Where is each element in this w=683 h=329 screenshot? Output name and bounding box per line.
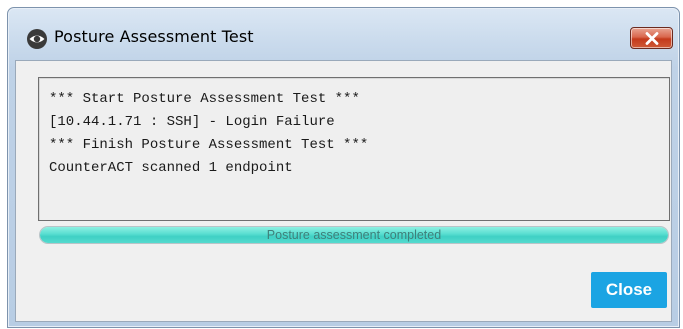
close-x-icon bbox=[645, 32, 659, 45]
eye-icon bbox=[26, 28, 48, 50]
progress-bar: Posture assessment completed bbox=[39, 226, 669, 244]
test-log-output[interactable]: *** Start Posture Assessment Test *** [1… bbox=[38, 77, 670, 221]
title-bar[interactable]: Posture Assessment Test bbox=[8, 8, 679, 60]
log-line: *** Start Posture Assessment Test *** bbox=[49, 91, 360, 107]
dialog-content: *** Start Posture Assessment Test *** [1… bbox=[15, 60, 672, 322]
window-close-button[interactable] bbox=[630, 27, 673, 49]
posture-assessment-dialog: Posture Assessment Test *** Start Postur… bbox=[7, 7, 680, 328]
log-line: [10.44.1.71 : SSH] - Login Failure bbox=[49, 114, 335, 130]
close-button[interactable]: Close bbox=[591, 272, 667, 308]
log-line: *** Finish Posture Assessment Test *** bbox=[49, 137, 369, 153]
window-title: Posture Assessment Test bbox=[54, 27, 254, 46]
log-line: CounterACT scanned 1 endpoint bbox=[49, 160, 293, 176]
progress-label: Posture assessment completed bbox=[266, 228, 442, 242]
